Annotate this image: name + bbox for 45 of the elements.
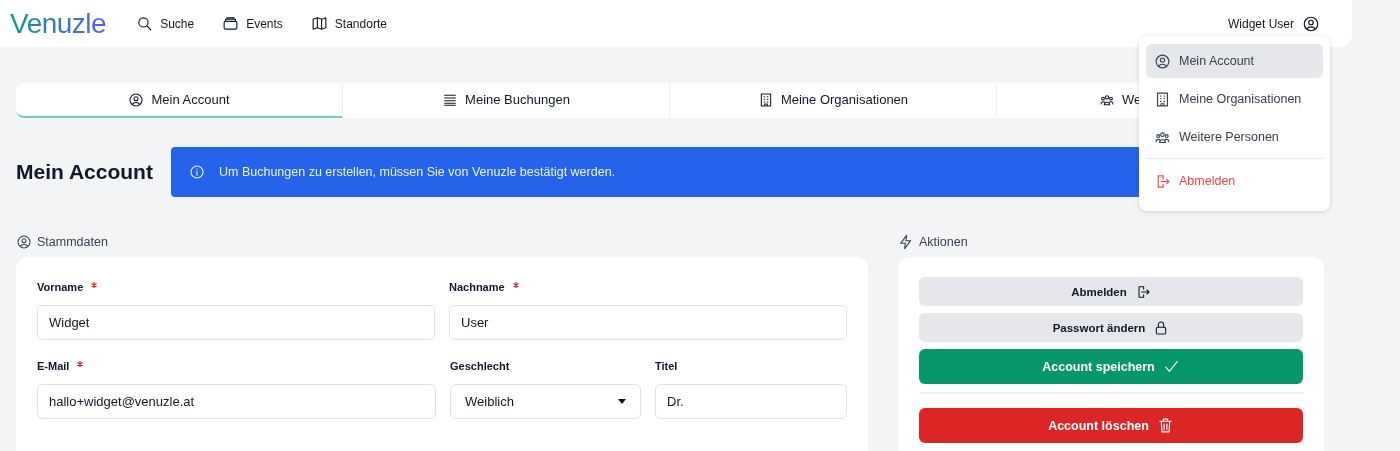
user-menu-toggle[interactable]: Widget User xyxy=(1227,14,1320,33)
field-label: Geschlecht xyxy=(450,360,510,374)
map-icon xyxy=(310,15,328,32)
user-circle-icon xyxy=(16,234,32,250)
field-label: Vorname xyxy=(37,281,84,295)
nav-link[interactable]: Suche xyxy=(136,15,195,32)
check-icon xyxy=(1162,358,1180,375)
user-circle-icon xyxy=(128,91,145,108)
info-icon xyxy=(189,164,205,180)
input-field[interactable]: User xyxy=(449,305,847,340)
menu-item[interactable]: Weitere Personen xyxy=(1146,120,1323,154)
field-label: E-Mail xyxy=(37,360,70,374)
input-field[interactable]: Widget xyxy=(37,305,435,340)
banner-text: Um Buchungen zu erstellen, müssen Sie von Venuzle bestätigt werden. xyxy=(219,165,616,179)
section-title: Aktionen xyxy=(919,235,968,249)
required-asterisk-icon xyxy=(77,361,84,367)
action-button[interactable]: Abmelden xyxy=(919,277,1303,306)
input-field[interactable]: Dr. xyxy=(655,384,847,419)
required-asterisk-icon xyxy=(91,282,98,288)
tab[interactable]: Mein Account xyxy=(16,83,343,118)
section-title: Stammdaten xyxy=(37,235,108,249)
caret-icon xyxy=(618,399,626,404)
search-icon xyxy=(136,15,154,32)
tab[interactable]: Meine Buchungen xyxy=(343,83,670,118)
menu-item[interactable]: Mein Account xyxy=(1146,44,1323,78)
input-field[interactable]: hallo+widget@venuzle.at xyxy=(37,384,436,419)
lightning-icon xyxy=(898,234,914,250)
required-asterisk-icon xyxy=(512,282,519,288)
building-icon xyxy=(1154,90,1171,108)
page-title: Mein Account xyxy=(16,160,153,184)
nav-link[interactable]: Events xyxy=(222,15,283,32)
user-circle-icon xyxy=(1302,14,1320,33)
trash-icon xyxy=(1156,417,1174,434)
field-label: Titel xyxy=(655,360,678,374)
action-button[interactable]: Account löschen xyxy=(919,408,1303,443)
field-label: Nachname xyxy=(449,281,505,295)
nav-link[interactable]: Standorte xyxy=(310,15,387,32)
user-circle-icon xyxy=(1154,52,1171,70)
action-button[interactable]: Account speichern xyxy=(919,349,1303,384)
action-button[interactable]: Passwort ändern xyxy=(919,313,1303,342)
select-field[interactable]: Weiblich xyxy=(450,384,641,419)
tab[interactable]: Meine Organisationen xyxy=(670,83,997,118)
menu-item[interactable]: Abmelden xyxy=(1146,164,1323,198)
box-icon xyxy=(222,15,240,32)
menu-item[interactable]: Meine Organisationen xyxy=(1146,82,1323,116)
